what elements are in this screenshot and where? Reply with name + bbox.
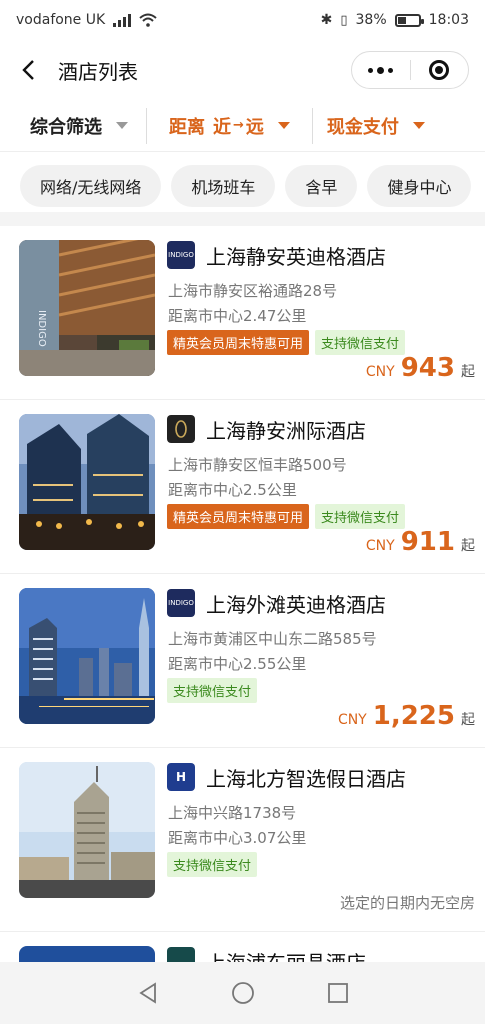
payment-filter-dropdown[interactable]: 现金支付 [327,108,425,144]
hotel-price: CNY 911 起 [366,527,475,557]
facility-tags: 网络/无线网络 机场班车 含早 健身中心 [20,165,472,207]
filter-bar: 综合筛选 距离 近 → 远 现金支付 [0,100,485,152]
hotel-photo [19,588,155,724]
more-options-button[interactable] [352,66,410,74]
holiday-inn-express-logo: H [167,763,195,791]
wechat-pay-badge: 支持微信支付 [167,852,258,877]
nav-back-icon[interactable] [136,981,160,1005]
hotel-card[interactable]: INDIGO INDIGO 上海静安英迪格酒店 上海市静安区裕通路28号 距离市… [0,226,485,400]
vibrate-icon: ▯ [340,12,348,28]
chevron-down-icon [277,122,290,129]
battery-icon [394,13,424,27]
wechat-pay-badge: 支持微信支付 [167,678,258,703]
chevron-down-icon [116,122,128,129]
price-currency: CNY [365,538,395,554]
composite-filter-dropdown[interactable]: 综合筛选 [30,108,128,144]
payment-filter-label: 现金支付 [326,116,399,138]
price-amount: 1,225 [372,701,455,731]
distance-near-label: 近 [213,116,231,138]
hotel-distance: 距离市中心2.47公里 [168,307,307,325]
price-suffix: 起 [461,712,475,728]
back-arrow-icon[interactable] [16,58,40,82]
bluetooth-icon: ✱ [320,12,333,28]
hotel-distance: 距离市中心2.55公里 [168,655,307,673]
hotel-address: 上海市静安区恒丰路500号 [168,456,347,474]
tag-airport-shuttle[interactable]: 机场班车 [171,165,276,207]
hotel-card[interactable]: H 上海北方智选假日酒店 上海中兴路1738号 距离市中心3.07公里 支持微信… [0,748,485,932]
hotel-address: 上海市黄浦区中山东二路585号 [168,630,377,648]
target-icon [429,60,450,80]
price-currency: CNY [337,712,367,728]
wechat-pay-badge: 支持微信支付 [315,330,406,355]
hotel-name: 上海静安洲际酒店 [206,419,366,443]
hotel-name: 上海外滩英迪格酒店 [206,593,386,617]
hotel-indigo-logo: INDIGO [167,589,195,617]
close-mini-program-button[interactable] [411,60,469,80]
system-nav-bar [0,962,485,1024]
divider [0,212,485,226]
hotel-name: 上海静安英迪格酒店 [206,245,386,269]
hotel-card[interactable]: INDIGO 上海外滩英迪格酒店 上海市黄浦区中山东二路585号 距离市中心2.… [0,574,485,748]
title-bar: 酒店列表 [0,40,485,100]
hotel-card[interactable]: 上海静安洲际酒店 上海市静安区恒丰路500号 距离市中心2.5公里 精英会员周末… [0,400,485,574]
intercontinental-logo [167,415,195,443]
hotel-list: INDIGO INDIGO 上海静安英迪格酒店 上海市静安区裕通路28号 距离市… [0,226,485,972]
member-offer-badge: 精英会员周末特惠可用 [167,330,310,355]
price-amount: 911 [400,527,455,557]
nav-home-icon[interactable] [231,981,255,1005]
hotel-address: 上海中兴路1738号 [168,804,297,822]
wechat-pay-badge: 支持微信支付 [315,504,406,529]
nav-recents-icon[interactable] [326,981,350,1005]
arrow-right-icon: → [233,118,244,133]
mini-program-capsule [351,51,469,89]
distance-sort-dropdown[interactable]: 距离 近 → 远 [169,108,290,144]
price-amount: 943 [400,353,455,383]
tag-wifi[interactable]: 网络/无线网络 [20,165,162,207]
price-currency: CNY [365,364,395,380]
price-suffix: 起 [461,364,475,380]
hotel-distance: 距离市中心2.5公里 [168,481,297,499]
price-suffix: 起 [461,538,475,554]
chevron-down-icon [412,122,425,129]
hotel-photo [19,762,155,898]
tag-breakfast[interactable]: 含早 [285,165,358,207]
hotel-photo [19,414,155,550]
page-title: 酒店列表 [58,59,138,84]
wifi-icon [139,13,157,27]
battery-percent: 38% [355,12,387,28]
member-offer-badge: 精英会员周末特惠可用 [167,504,310,529]
hotel-indigo-logo: INDIGO [167,241,195,269]
hotel-name: 上海北方智选假日酒店 [206,767,406,791]
status-bar: vodafone UK ✱ ▯ 38% 18:03 [0,0,485,40]
hotel-address: 上海市静安区裕通路28号 [168,282,338,300]
hotel-price: CNY 1,225 起 [338,701,475,731]
hotel-photo: INDIGO [19,240,155,376]
distance-sort-label: 距离 [169,116,205,138]
carrier-label: vodafone UK [16,12,106,28]
hotel-distance: 距离市中心3.07公里 [168,829,307,847]
composite-filter-label: 综合筛选 [30,116,102,138]
clock: 18:03 [428,12,469,28]
distance-far-label: 远 [245,116,264,138]
svg-text:INDIGO: INDIGO [36,310,47,347]
hotel-price: CNY 943 起 [366,353,475,383]
no-availability-text: 选定的日期内无空房 [339,894,475,912]
signal-icon [113,13,132,27]
tag-fitness-center[interactable]: 健身中心 [367,165,472,207]
